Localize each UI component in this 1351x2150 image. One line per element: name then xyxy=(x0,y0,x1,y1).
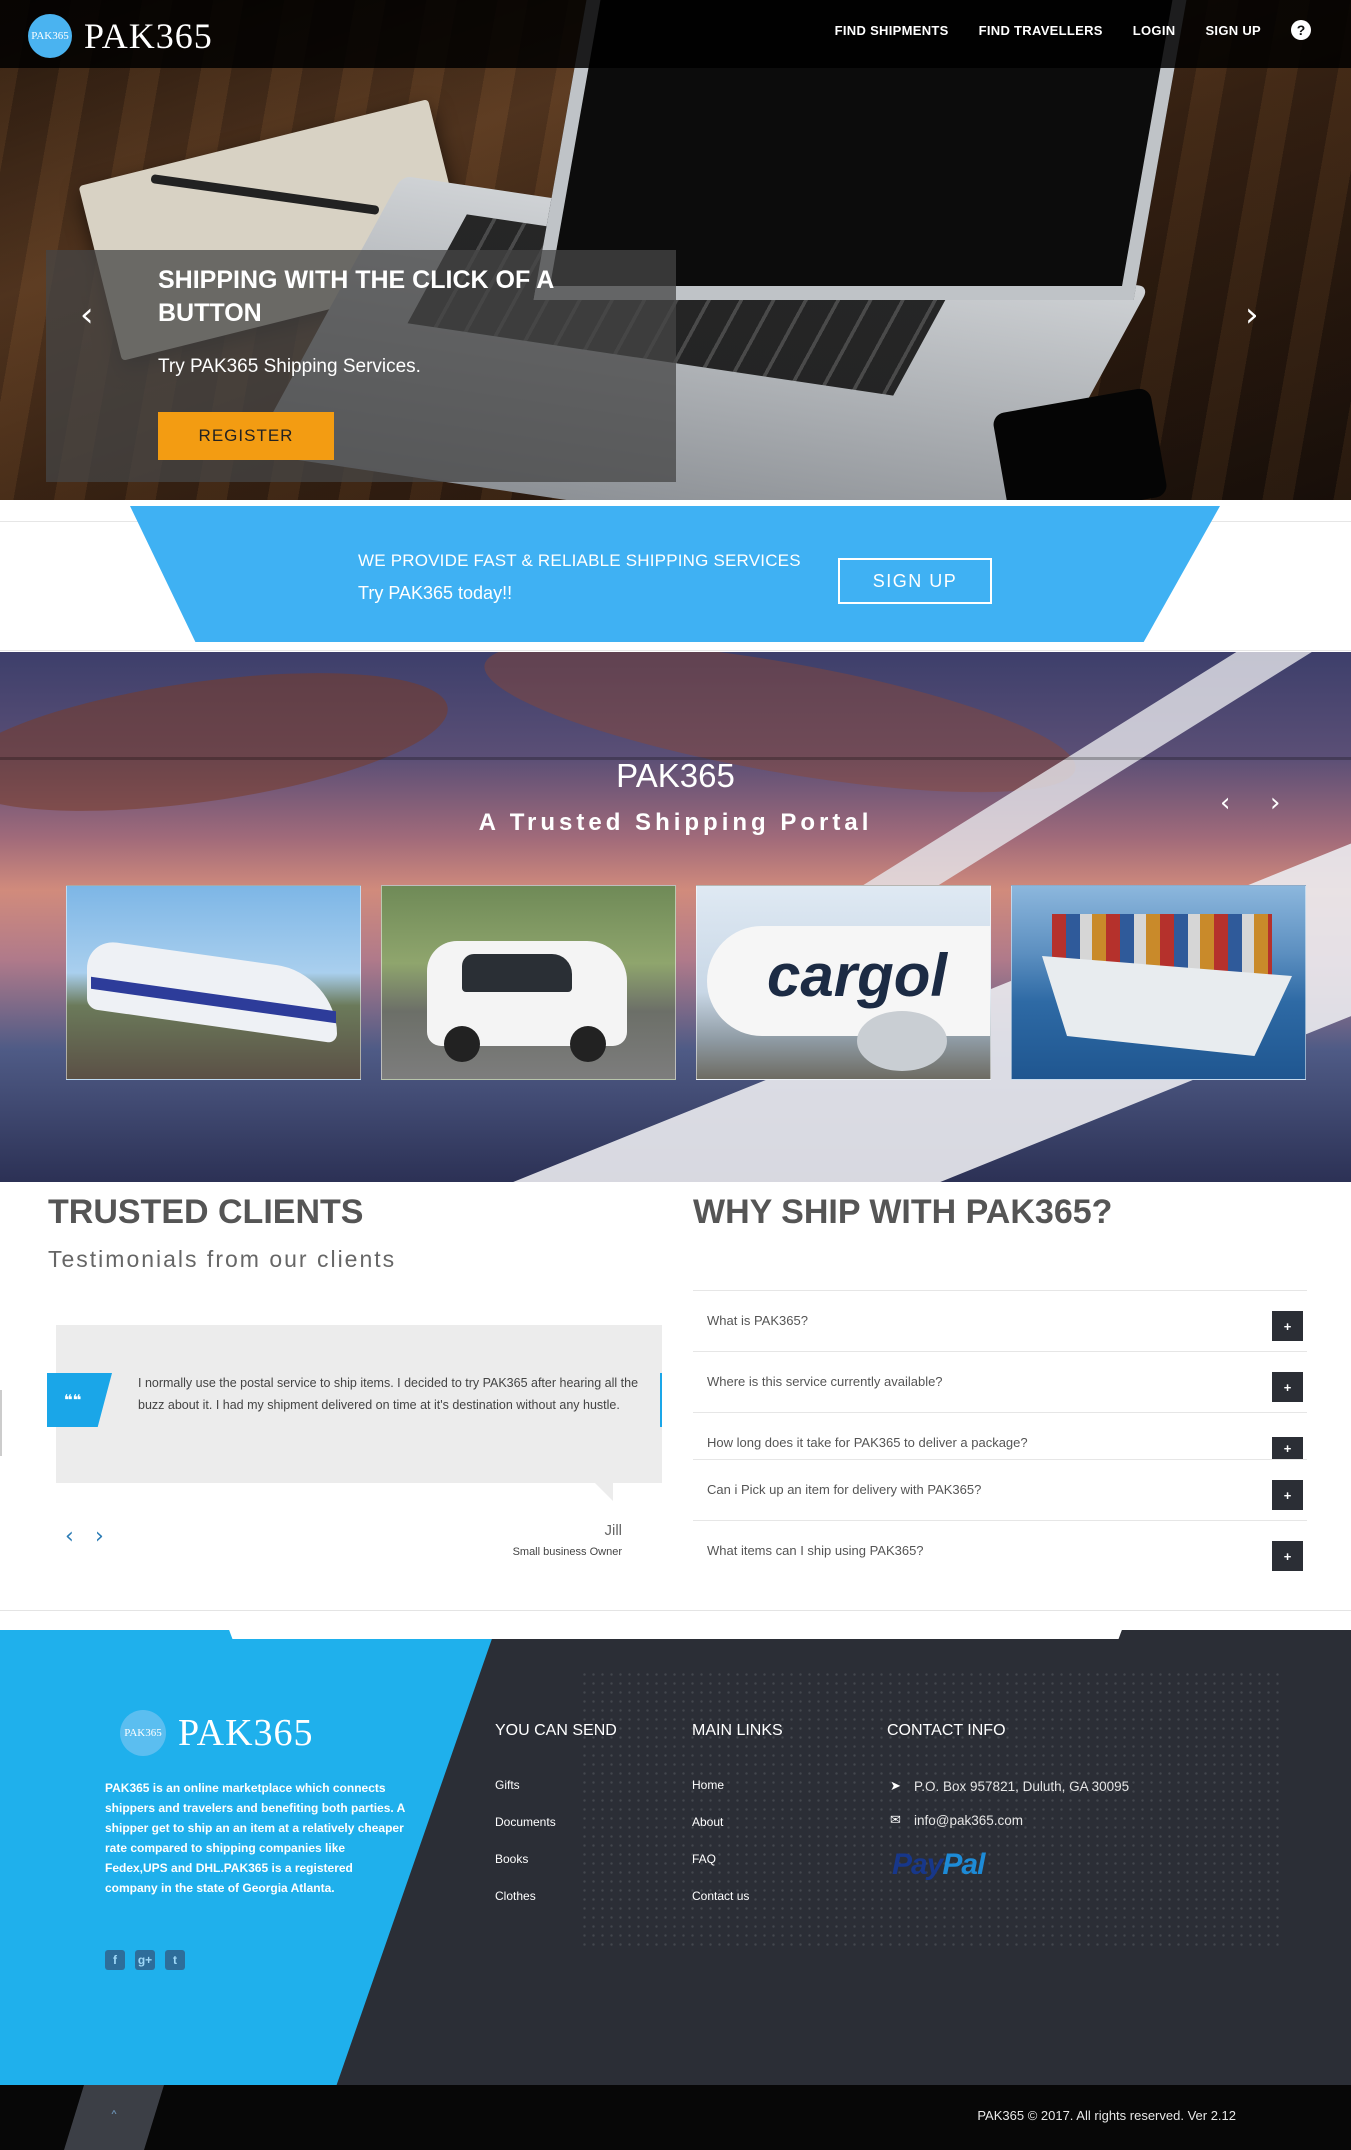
faq-item[interactable]: What items can I ship using PAK365? + xyxy=(693,1520,1307,1581)
logo-text: PAK365 xyxy=(84,16,213,56)
hero-subtitle: Try PAK365 Shipping Services. xyxy=(158,356,421,377)
footer-logo-text: PAK365 xyxy=(178,1712,314,1754)
faq-question: How long does it take for PAK365 to deli… xyxy=(707,1435,1028,1450)
links-column-title: MAIN LINKS xyxy=(692,1722,783,1739)
top-navbar: PAK365 PAK365 FIND SHIPMENTS FIND TRAVEL… xyxy=(0,0,1351,68)
email-text[interactable]: info@pak365.com xyxy=(914,1813,1023,1828)
testimonial-author: Jill xyxy=(604,1522,623,1539)
clients-subtitle: Testimonials from our clients xyxy=(48,1246,397,1272)
banner-signup-button[interactable]: SIGN UP xyxy=(838,558,992,604)
faq-item[interactable]: Where is this service currently availabl… xyxy=(693,1351,1307,1412)
register-button[interactable]: REGISTER xyxy=(158,412,334,460)
faq-toggle-button[interactable]: + xyxy=(1272,1541,1303,1571)
hero-next-arrow-icon[interactable]: › xyxy=(1245,298,1259,332)
social-links: f g+ t xyxy=(105,1950,185,1970)
carousel-edge xyxy=(0,1390,2,1456)
faq-toggle-button[interactable]: + xyxy=(1272,1480,1303,1510)
send-link-gifts[interactable]: Gifts xyxy=(495,1778,520,1792)
footer-link-home[interactable]: Home xyxy=(692,1778,724,1792)
testimonial-next-icon[interactable]: › xyxy=(95,1524,104,1549)
faq-title: WHY SHIP WITH PAK365? xyxy=(693,1193,1113,1231)
send-link-documents[interactable]: Documents xyxy=(495,1815,556,1829)
banner-tagline: Try PAK365 today!! xyxy=(358,583,513,603)
banner-headline: WE PROVIDE FAST & RELIABLE SHIPPING SERV… xyxy=(358,551,801,570)
banner-bottom-line xyxy=(0,650,1351,651)
quote-accent-bar xyxy=(660,1373,662,1427)
portal-title: PAK365 xyxy=(616,757,735,794)
testimonial-text: I normally use the postal service to shi… xyxy=(138,1376,639,1412)
footer-logo-mark: PAK365 xyxy=(120,1710,166,1756)
portal-subtitle: A Trusted Shipping Portal xyxy=(478,809,873,836)
contact-address: ➤ P.O. Box 957821, Duluth, GA 30095 xyxy=(890,1778,1129,1794)
footer-about-text: PAK365 is an online marketplace which co… xyxy=(105,1781,405,1895)
testimonial-prev-icon[interactable]: ‹ xyxy=(65,1524,74,1549)
footer-link-contact[interactable]: Contact us xyxy=(692,1889,749,1903)
faq-question: Can i Pick up an item for delivery with … xyxy=(707,1482,982,1497)
testimonial-tail xyxy=(595,1483,613,1501)
faq-item[interactable]: What is PAK365? + xyxy=(693,1290,1307,1351)
train-image[interactable] xyxy=(66,885,361,1080)
address-text: P.O. Box 957821, Duluth, GA 30095 xyxy=(914,1778,1130,1794)
nav-find-travellers[interactable]: FIND TRAVELLERS xyxy=(979,23,1103,38)
paypal-logo-pal: Pal xyxy=(942,1848,985,1881)
faq-accordion: What is PAK365? + Where is this service … xyxy=(693,1290,1307,1581)
van-image[interactable] xyxy=(381,885,676,1080)
logo-mark: PAK365 xyxy=(28,14,72,58)
footer-link-faq[interactable]: FAQ xyxy=(692,1852,716,1866)
help-icon[interactable]: ? xyxy=(1291,20,1311,40)
main-nav: FIND SHIPMENTS FIND TRAVELLERS LOGIN SIG… xyxy=(835,20,1311,40)
hero-carousel: PAK365 PAK365 FIND SHIPMENTS FIND TRAVEL… xyxy=(0,0,1351,500)
section-divider xyxy=(0,1610,1351,1611)
faq-item[interactable]: How long does it take for PAK365 to deli… xyxy=(693,1412,1307,1459)
promo-banner: WE PROVIDE FAST & RELIABLE SHIPPING SERV… xyxy=(130,506,1220,642)
container-ship-image[interactable] xyxy=(1011,885,1306,1080)
faq-toggle-button[interactable]: + xyxy=(1272,1437,1303,1459)
site-logo[interactable]: PAK365 PAK365 xyxy=(28,14,213,58)
nav-find-shipments[interactable]: FIND SHIPMENTS xyxy=(835,23,949,38)
faq-question: Where is this service currently availabl… xyxy=(707,1374,943,1389)
site-footer: PAK365 PAK365 PAK365 is an online market… xyxy=(0,1630,1351,2150)
faq-question: What items can I ship using PAK365? xyxy=(707,1543,924,1558)
faq-toggle-button[interactable]: + xyxy=(1272,1372,1303,1402)
paypal-logo-pay: Pay xyxy=(892,1848,943,1881)
footer-link-about[interactable]: About xyxy=(692,1815,723,1829)
cargo-plane-image[interactable]: cargol xyxy=(696,885,991,1080)
hero-title: SHIPPING WITH THE CLICK OF A BUTTON xyxy=(158,266,554,327)
mountain-decor xyxy=(475,652,1085,824)
location-arrow-icon: ➤ xyxy=(890,1778,901,1793)
send-link-clothes[interactable]: Clothes xyxy=(495,1889,536,1903)
facebook-icon[interactable]: f xyxy=(105,1950,125,1970)
send-column-title: YOU CAN SEND xyxy=(495,1722,617,1739)
google-plus-icon[interactable]: g+ xyxy=(135,1950,155,1970)
copyright-text: PAK365 © 2017. All rights reserved. Ver … xyxy=(977,2108,1236,2123)
paypal-logo: PayPal xyxy=(892,1848,985,1882)
portal-section: PAK365 A Trusted Shipping Portal ‹ › car… xyxy=(0,652,1351,1182)
footer-notch xyxy=(228,1627,1123,1639)
hero-prev-arrow-icon[interactable]: ‹ xyxy=(80,298,94,332)
testimonial-role: Small business Owner xyxy=(512,1546,622,1558)
twitter-icon[interactable]: t xyxy=(165,1950,185,1970)
world-map-decor xyxy=(580,1670,1280,1950)
portal-next-arrow-icon[interactable]: › xyxy=(1270,788,1280,818)
nav-sign-up[interactable]: SIGN UP xyxy=(1205,23,1261,38)
send-link-books[interactable]: Books xyxy=(495,1852,528,1866)
portal-prev-arrow-icon[interactable]: ‹ xyxy=(1220,788,1230,818)
faq-question: What is PAK365? xyxy=(707,1313,808,1328)
clients-title: TRUSTED CLIENTS xyxy=(48,1193,364,1231)
faq-toggle-button[interactable]: + xyxy=(1272,1311,1303,1341)
contact-email: ✉ info@pak365.com xyxy=(890,1812,1023,1828)
plane-livery-text: cargol xyxy=(767,942,948,1009)
hero-caption: SHIPPING WITH THE CLICK OF A BUTTON Try … xyxy=(46,250,676,482)
contact-column-title: CONTACT INFO xyxy=(887,1722,1006,1739)
nav-login[interactable]: LOGIN xyxy=(1133,23,1176,38)
envelope-icon: ✉ xyxy=(890,1812,901,1827)
footer-logo[interactable]: PAK365 PAK365 xyxy=(120,1710,314,1756)
faq-item[interactable]: Can i Pick up an item for delivery with … xyxy=(693,1459,1307,1520)
